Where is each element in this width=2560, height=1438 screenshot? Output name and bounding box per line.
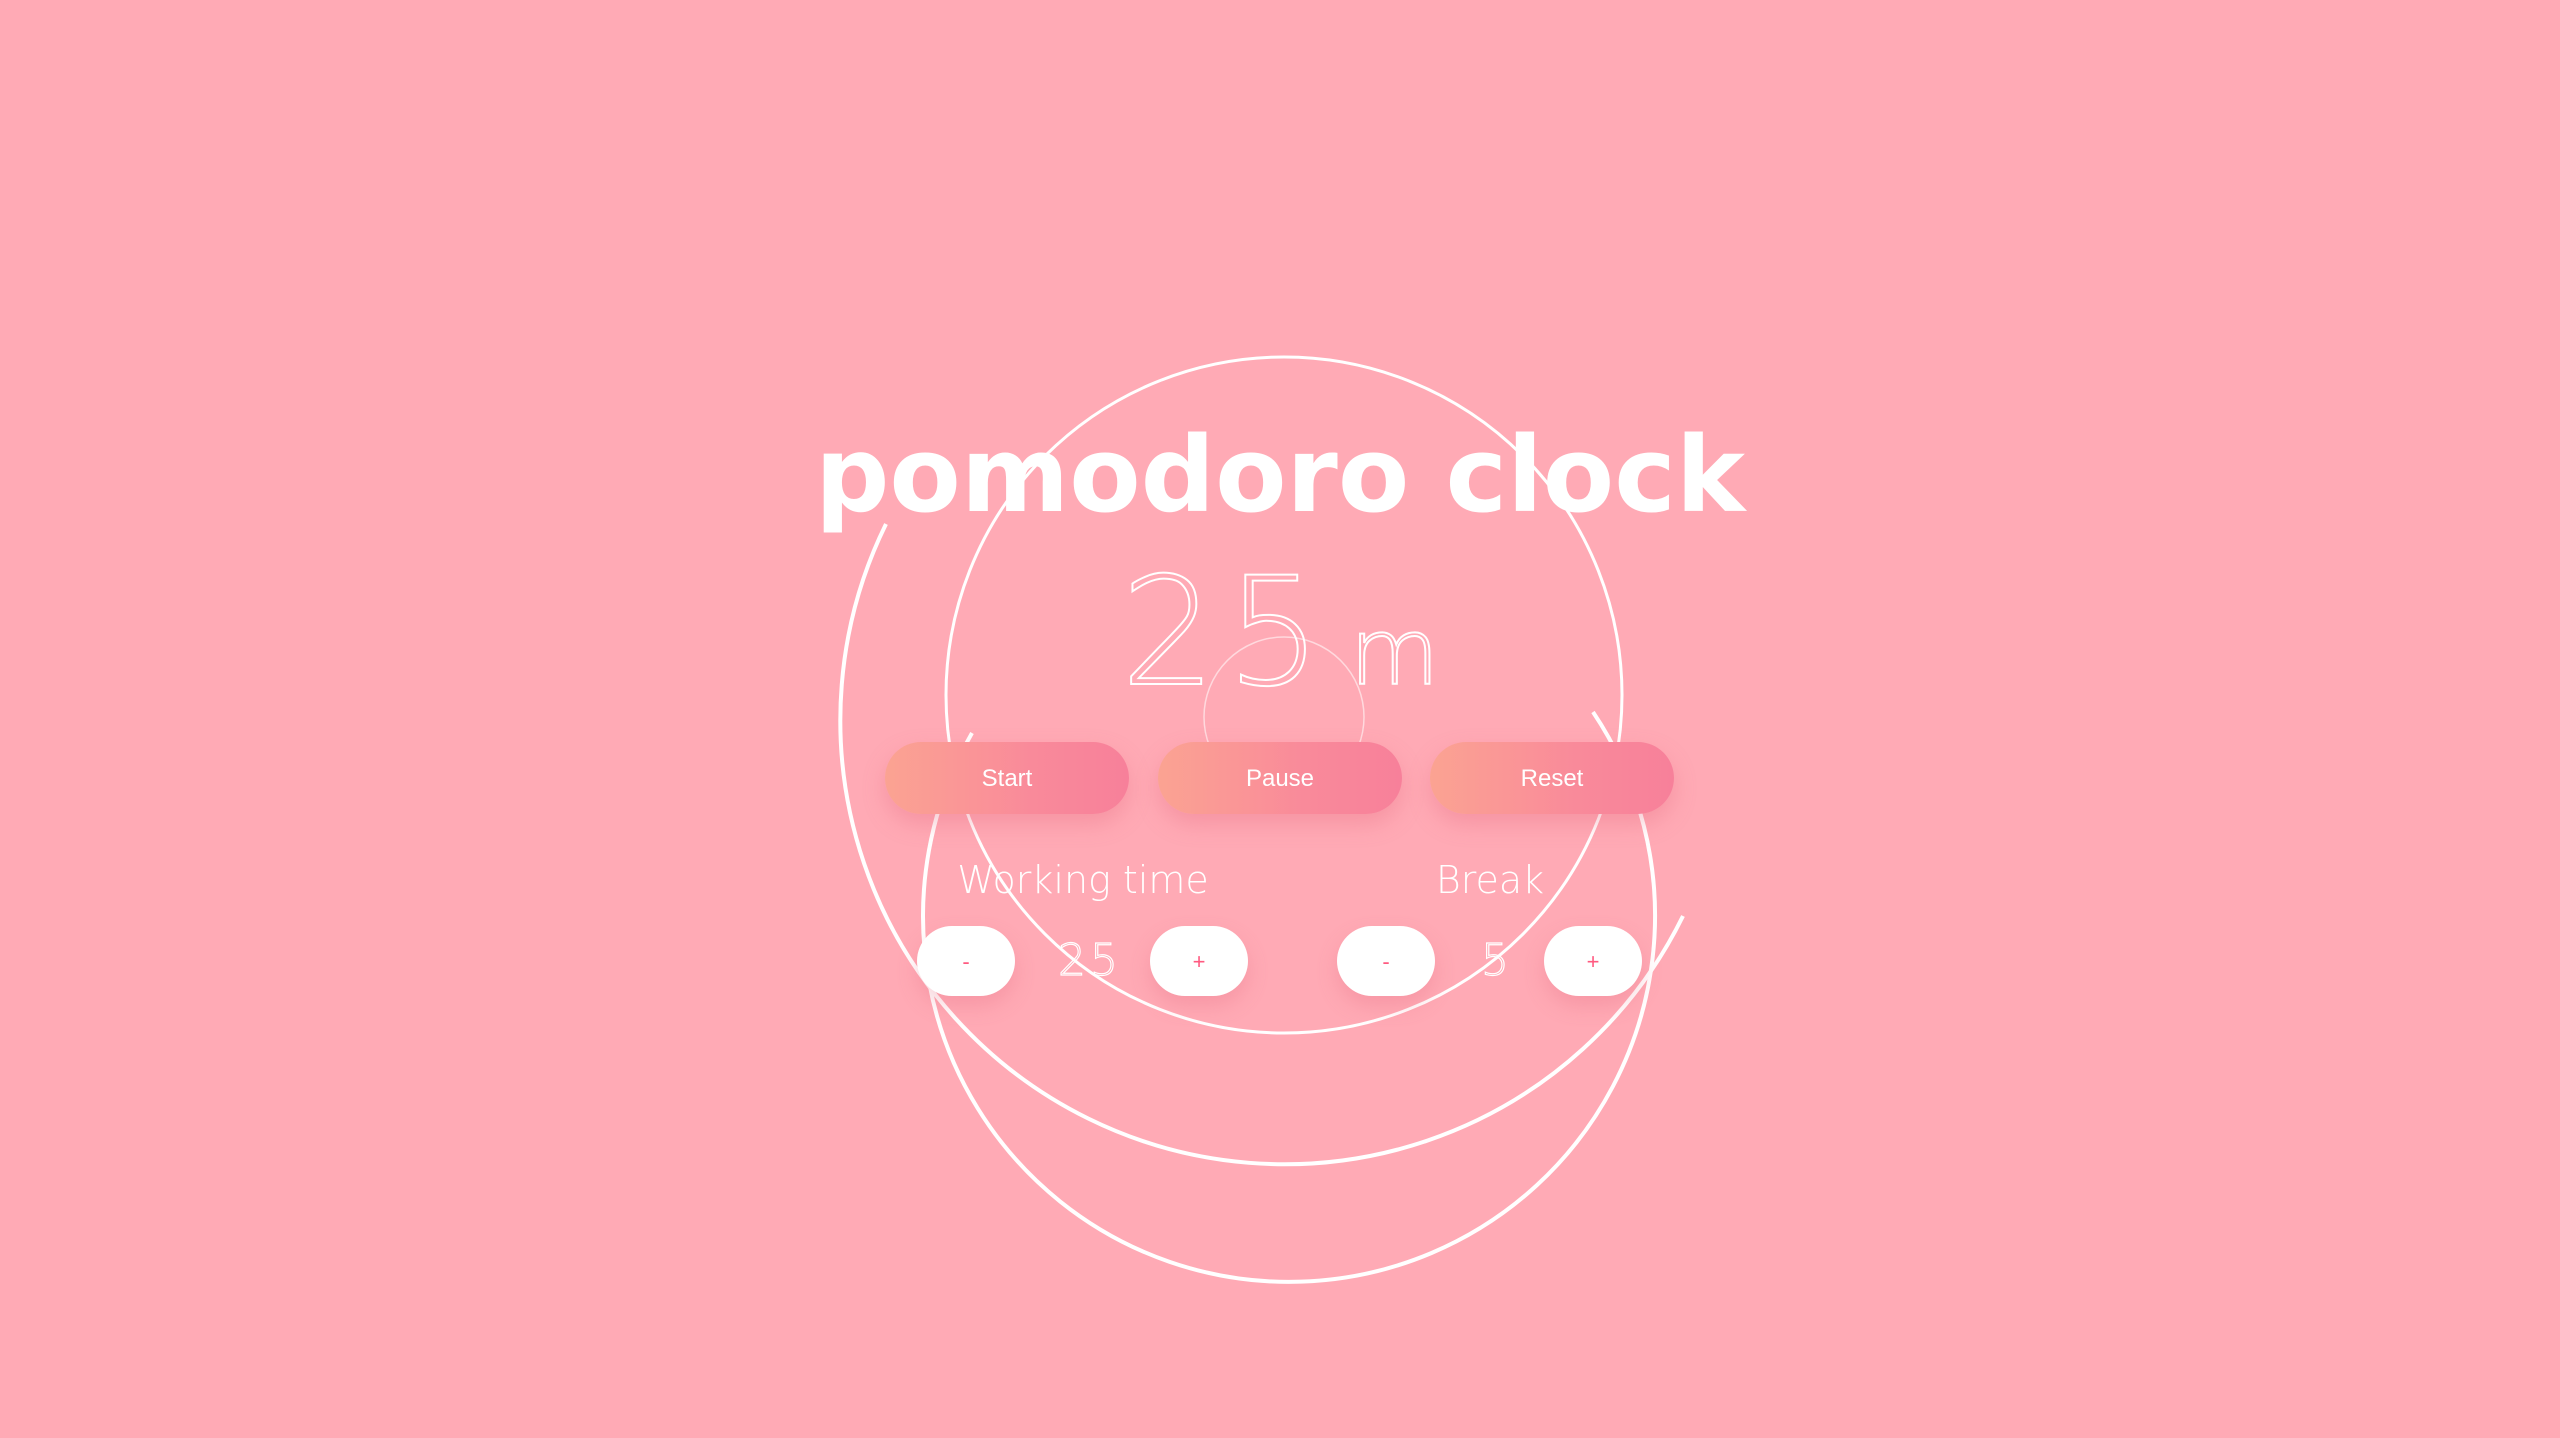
working-decrement-button[interactable]: - — [917, 926, 1015, 996]
working-increment-button[interactable]: + — [1150, 926, 1248, 996]
start-button[interactable]: Start — [885, 742, 1129, 814]
pomodoro-app: pomodoro clock 25 m Start Pause Reset Wor… — [0, 0, 2560, 1438]
working-time-label: Working time — [957, 858, 1209, 902]
break-increment-button[interactable]: + — [1544, 926, 1642, 996]
app-title: pomodoro clock — [814, 414, 1746, 536]
break-decrement-button[interactable]: - — [1337, 926, 1435, 996]
break-time-value: 5 — [1480, 934, 1509, 986]
pause-button[interactable]: Pause — [1158, 742, 1402, 814]
break-label: Break — [1435, 858, 1545, 902]
timer-display: 25 m — [0, 546, 2560, 764]
working-time-value: 25 — [1057, 934, 1122, 986]
reset-button[interactable]: Reset — [1430, 742, 1674, 814]
timer-value: 25 — [1120, 546, 1332, 720]
timer-unit: m — [1349, 598, 1441, 707]
